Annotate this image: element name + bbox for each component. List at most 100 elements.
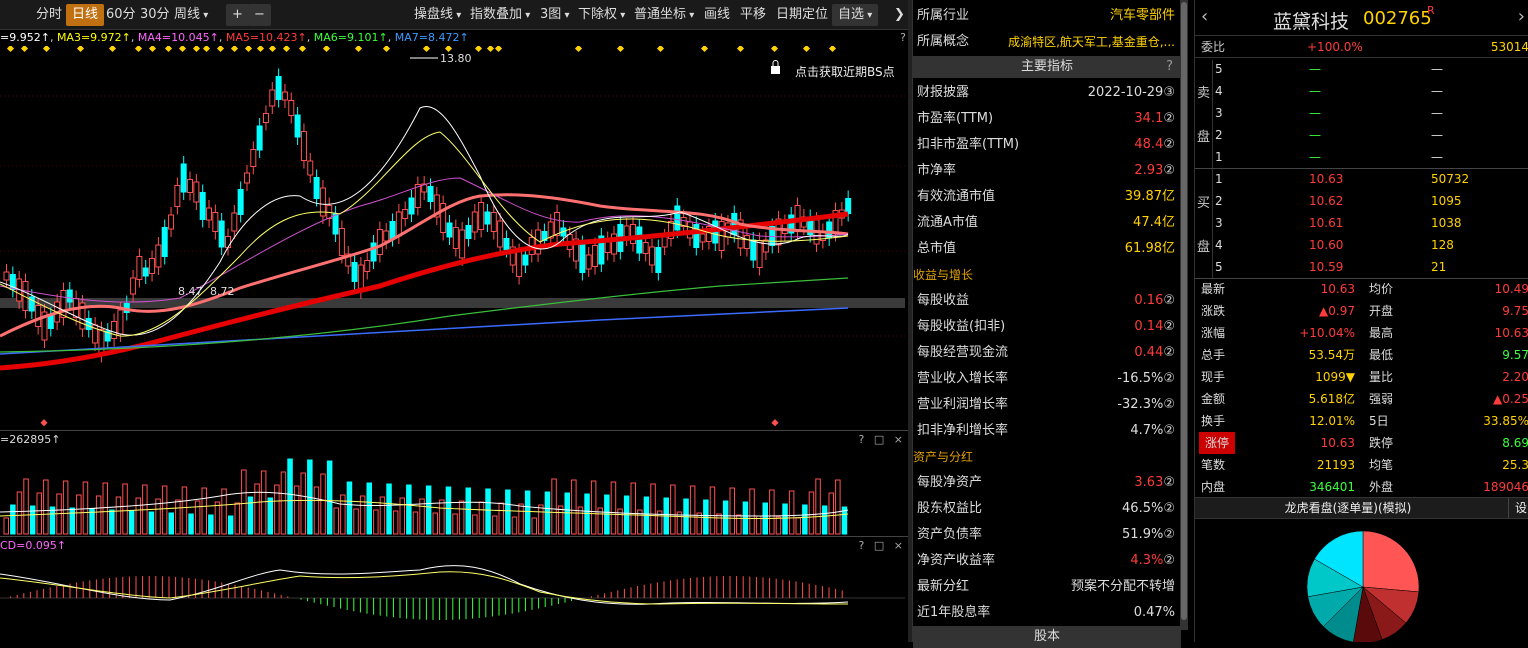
stat-value: ▲0.97 xyxy=(1319,304,1355,318)
rating-mark: ② xyxy=(1163,397,1175,412)
growth-row[interactable]: 每股经营现金流 0.44② xyxy=(913,340,1181,366)
macd-panel-controls[interactable]: ? □ × xyxy=(859,537,906,555)
volume-bar xyxy=(23,478,29,535)
main-indicator-row[interactable]: 扣非市盈率(TTM) 48.4② xyxy=(913,132,1181,158)
signal-diamond xyxy=(268,46,277,53)
stat-value: 9.75 xyxy=(1502,304,1528,318)
orderbook-row[interactable]: 3 — — xyxy=(1195,102,1528,124)
main-indicator-value: 61.98亿 xyxy=(1124,241,1175,256)
main-indicator-row[interactable]: 市净率 2.93② xyxy=(913,158,1181,184)
pan-button[interactable]: 平移 xyxy=(734,4,772,26)
industry-value[interactable]: 汽车零部件 xyxy=(1110,3,1175,29)
axis-mode-button[interactable]: 普通坐标 xyxy=(628,4,700,26)
zoom-out-button[interactable]: − xyxy=(248,4,271,26)
index-overlay-button[interactable]: 指数叠加 xyxy=(464,4,536,26)
orderbook-row[interactable]: 5 10.59 21 xyxy=(1195,256,1528,278)
macd-chart[interactable] xyxy=(0,554,905,642)
orderbook-row[interactable]: 1 — — xyxy=(1195,146,1528,168)
stat-label: 换手 xyxy=(1201,414,1226,428)
concept-value[interactable]: 成渝特区,航天军工,基金重仓,... xyxy=(1008,29,1175,55)
growth-row[interactable]: 营业收入增长率 -16.5%② xyxy=(913,366,1181,392)
info-scrollbar-thumb[interactable] xyxy=(1181,2,1187,620)
growth-row[interactable]: 营业利润增长率 -32.3%② xyxy=(913,392,1181,418)
signal-diamond xyxy=(298,46,307,53)
rating-mark: ② xyxy=(1163,553,1175,568)
tab-daily[interactable]: 日线 xyxy=(66,4,105,26)
main-indicator-value: 2022-10-29③ xyxy=(1087,85,1175,100)
volume-bar xyxy=(3,517,9,535)
main-indicator-row[interactable]: 有效流通市值 39.87亿 xyxy=(913,184,1181,210)
tab-intraday[interactable]: 分时 xyxy=(30,4,68,26)
volume-bar xyxy=(300,472,306,535)
volume: — xyxy=(1431,84,1443,98)
asset-row[interactable]: 最新分红 预案不分配不转增 xyxy=(913,574,1181,600)
volume-bar xyxy=(551,478,557,535)
volume-bar xyxy=(630,482,636,535)
orderbook-row[interactable]: 2 10.62 1095 xyxy=(1195,190,1528,212)
section-main-indicators[interactable]: 主要指标 ? xyxy=(913,56,1181,78)
main-indicator-row[interactable]: 流通A市值 47.4亿 xyxy=(913,210,1181,236)
help-icon[interactable]: ? xyxy=(900,30,906,46)
orderbook-row[interactable]: 4 — — xyxy=(1195,80,1528,102)
watchlist-button[interactable]: 自选 xyxy=(832,4,879,26)
draw-line-button[interactable]: 画线 xyxy=(698,4,736,26)
volume-panel-controls[interactable]: ? □ × xyxy=(859,431,906,449)
section-equity[interactable]: 股本 xyxy=(913,626,1181,648)
growth-row[interactable]: 扣非净利增长率 4.7%② xyxy=(913,418,1181,444)
orderbook-row[interactable]: 4 10.60 128 xyxy=(1195,234,1528,256)
price: — xyxy=(1309,128,1321,142)
volume-bar xyxy=(498,502,504,535)
main-indicator-row[interactable]: 财报披露 2022-10-29③ xyxy=(913,80,1181,106)
growth-row[interactable]: 每股收益(扣非) 0.14② xyxy=(913,314,1181,340)
prev-stock-icon[interactable]: ‹ xyxy=(1201,6,1208,27)
growth-value: -32.3%② xyxy=(1117,397,1175,412)
stat-row: 总手 53.54万 最低 9.57 xyxy=(1195,344,1528,366)
asset-row[interactable]: 股东权益比 46.5%② xyxy=(913,496,1181,522)
asset-row[interactable]: 近1年股息率 0.47% xyxy=(913,600,1181,626)
ex-rights-button[interactable]: 下除权 xyxy=(572,4,631,26)
bs-points-link[interactable]: 点击获取近期BS点 xyxy=(795,65,895,79)
volume: — xyxy=(1431,62,1443,76)
signal-diamond xyxy=(108,46,117,53)
stat-label: 5日 xyxy=(1369,414,1389,428)
candle-body xyxy=(47,315,54,329)
three-chart-button[interactable]: 3图 xyxy=(534,4,575,26)
volume-chart[interactable] xyxy=(0,448,905,536)
rating-mark: ② xyxy=(1163,423,1175,438)
next-stock-icon[interactable]: › xyxy=(1518,6,1525,27)
volume-bar xyxy=(511,516,518,535)
orderbook-row[interactable]: 3 10.61 1038 xyxy=(1195,212,1528,234)
help-icon[interactable]: ? xyxy=(1166,56,1173,78)
candle-body xyxy=(661,236,668,248)
main-indicator-row[interactable]: 总市值 61.98亿 xyxy=(913,236,1181,262)
asset-row[interactable]: 每股净资产 3.63② xyxy=(913,470,1181,496)
dragon-settings-button[interactable]: 设 xyxy=(1507,498,1527,518)
orderbook-row[interactable]: 1 10.63 50732 xyxy=(1195,168,1528,190)
asset-value: 3.63② xyxy=(1134,475,1175,490)
indicator-line-button[interactable]: 操盘线 xyxy=(408,4,467,26)
candlestick-chart[interactable]: 13.80 8.47 8.72 点击获取近期BS点 xyxy=(0,46,905,430)
lock-icon xyxy=(771,66,780,74)
volume-bar xyxy=(406,484,412,535)
date-locate-button[interactable]: 日期定位 xyxy=(770,4,834,26)
tab-weekly[interactable]: 周线 xyxy=(168,4,214,26)
volume-bar xyxy=(399,497,405,535)
stat-row: 内盘 346401 外盘 189046 xyxy=(1195,476,1528,498)
main-indicator-row[interactable]: 市盈率(TTM) 34.1② xyxy=(913,106,1181,132)
asset-row[interactable]: 资产负债率 51.9%② xyxy=(913,522,1181,548)
orderbook-row[interactable]: 2 — — xyxy=(1195,124,1528,146)
level: 3 xyxy=(1215,106,1223,120)
volume-bar xyxy=(531,517,537,535)
stat-label: 涨停 xyxy=(1199,432,1236,454)
volume-bar xyxy=(610,481,617,535)
volume: 128 xyxy=(1431,238,1454,252)
candle-body xyxy=(300,131,307,161)
volume-bar xyxy=(696,512,702,535)
zoom-in-button[interactable]: + xyxy=(226,4,249,26)
candle-body xyxy=(187,179,194,193)
growth-row[interactable]: 每股收益 0.16② xyxy=(913,288,1181,314)
volume-bar xyxy=(729,487,735,535)
volume-bar xyxy=(379,496,386,535)
asset-row[interactable]: 净资产收益率 4.3%② xyxy=(913,548,1181,574)
orderbook-row[interactable]: 5 — — xyxy=(1195,58,1528,80)
